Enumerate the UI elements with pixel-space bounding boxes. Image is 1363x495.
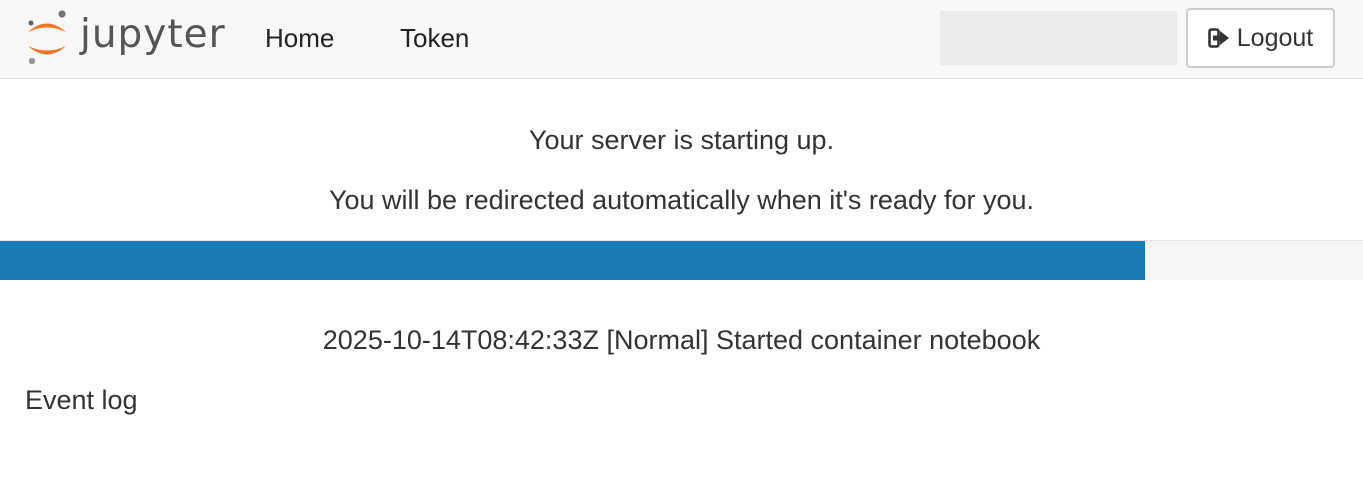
logout-button[interactable]: Logout [1186,8,1335,68]
nav-link-home[interactable]: Home [265,22,334,54]
logout-label: Logout [1236,23,1314,52]
progress-bar [0,240,1363,280]
jupyter-logo-icon [28,10,66,65]
navbar: jupyter Home Token Logout [0,0,1363,79]
nav-link-token[interactable]: Token [400,22,469,54]
sign-out-icon [1207,28,1229,48]
user-name-box [940,11,1177,65]
brand-wordmark: jupyter [80,12,226,57]
progress-bar-fill [0,241,1145,280]
brand-link[interactable]: jupyter [22,10,238,68]
latest-event-message: 2025-10-14T08:42:33Z [Normal] Started co… [322,325,1041,355]
redirect-message: You will be redirected automatically whe… [328,185,1035,215]
server-starting-message: Your server is starting up. [528,125,835,155]
event-log-toggle[interactable]: Event log [25,383,138,417]
